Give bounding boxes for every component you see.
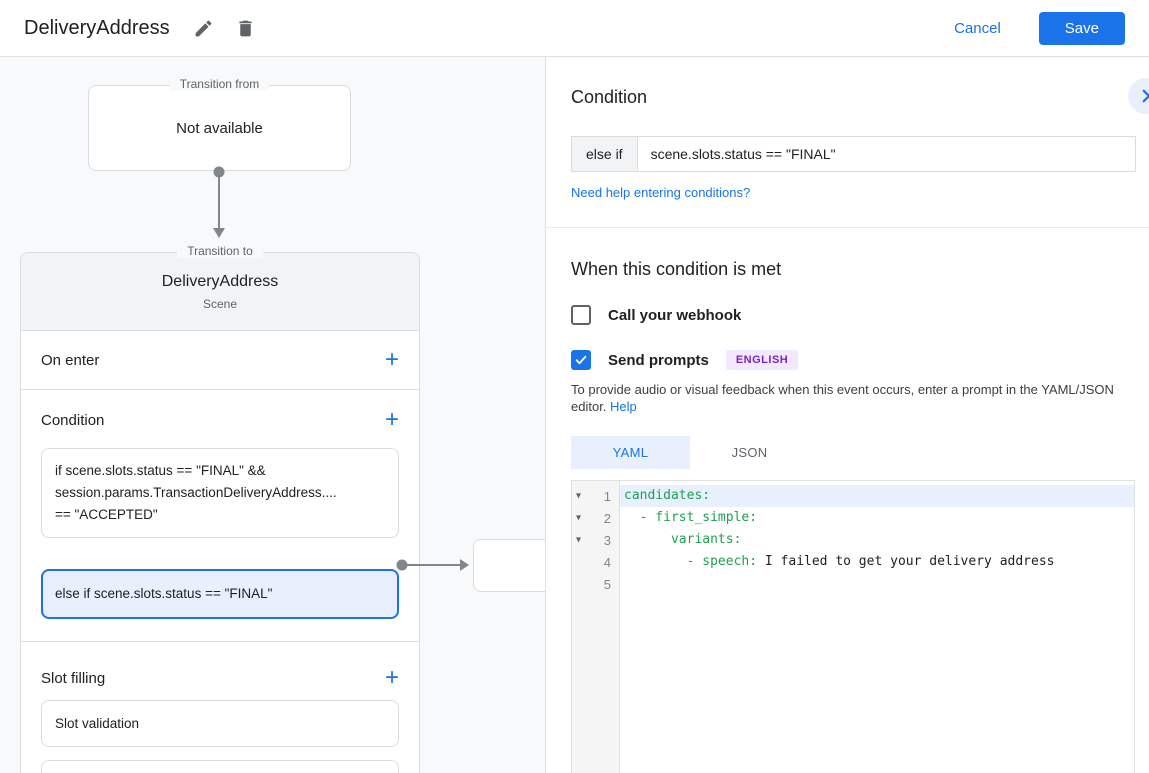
slot-item-validation[interactable]: Slot validation [41, 700, 399, 747]
section-divider [546, 227, 1149, 228]
line-number: 4 [603, 554, 611, 570]
transition-from-legend: Transition from [169, 77, 270, 91]
condition-item-else-if[interactable]: else if scene.slots.status == "FINAL" [41, 569, 399, 619]
condition-heading: Condition [571, 87, 648, 107]
code-line: - first_simple: [624, 510, 758, 525]
scene-card-header: DeliveryAddress Scene [21, 253, 419, 331]
language-badge: ENGLISH [725, 350, 799, 370]
transition-from-content: Not available [176, 119, 263, 137]
editor-format-tabs: YAML JSON [571, 436, 1136, 469]
chevron-right-icon [1137, 87, 1149, 105]
line-number: 3 [603, 532, 611, 548]
gutter-line: 5 [572, 573, 619, 595]
prompt-hint-text: To provide audio or visual feedback when… [571, 382, 1114, 414]
scene-title: DeliveryAddress [161, 273, 279, 290]
when-condition-met-heading: When this condition is met [571, 259, 782, 279]
slot-filling-label: Slot filling [41, 669, 106, 687]
code-line: - speech: I failed to get your delivery … [624, 554, 1055, 569]
send-prompts-label: Send prompts [608, 351, 709, 369]
cancel-button[interactable]: Cancel [954, 20, 1001, 37]
line-number: 1 [603, 488, 611, 504]
transition-to-legend: Transition to [177, 244, 263, 258]
on-enter-label: On enter [41, 351, 100, 369]
save-button[interactable]: Save [1038, 11, 1125, 45]
gutter-line: ▾ 1 [572, 485, 619, 507]
condition-item-if[interactable]: if scene.slots.status == "FINAL" && sess… [41, 448, 399, 538]
add-slot-button[interactable]: + [385, 666, 399, 690]
fold-icon[interactable]: ▾ [576, 535, 581, 546]
send-prompts-row: Send prompts ENGLISH [571, 350, 1136, 370]
condition-prefix-label: else if [572, 137, 638, 171]
condition-input-row: else if [571, 136, 1136, 172]
top-bar: DeliveryAddress Cancel Save [0, 0, 1149, 57]
fold-icon[interactable]: ▾ [576, 513, 581, 524]
code-line: variants: [624, 532, 742, 547]
editor-code-area[interactable]: candidates: - first_simple: variants: - … [620, 481, 1134, 773]
gutter-line: 4 [572, 551, 619, 573]
add-on-enter-button[interactable]: + [385, 348, 399, 372]
checkmark-icon [574, 353, 588, 367]
condition-section: Condition + if scene.slots.status == "FI… [21, 390, 419, 642]
collapse-panel-button[interactable] [1128, 78, 1149, 114]
add-condition-button[interactable]: + [385, 408, 399, 432]
slot-filling-section: Slot filling + Slot validation Transacti… [21, 642, 419, 773]
send-prompts-checkbox[interactable] [571, 350, 591, 370]
gutter-line: ▾ 3 [572, 529, 619, 551]
gutter-line: ▾ 2 [572, 507, 619, 529]
condition-expression-input[interactable] [637, 137, 1135, 171]
line-number: 5 [603, 576, 611, 592]
transition-from-box: Transition from Not available [88, 77, 351, 171]
on-enter-section: On enter + [21, 331, 419, 390]
flow-diagram-panel: Transition from Not available Transition… [0, 57, 546, 773]
editor-gutter: ▾ 1 ▾ 2 ▾ 3 4 5 [572, 481, 620, 773]
call-webhook-checkbox[interactable] [571, 305, 591, 325]
condition-help-link[interactable]: Need help entering conditions? [571, 185, 750, 200]
call-webhook-label: Call your webhook [608, 306, 742, 324]
scene-subtitle: Scene [202, 297, 238, 311]
help-link[interactable]: Help [610, 399, 637, 414]
delete-button[interactable] [234, 16, 258, 40]
pencil-icon [193, 18, 214, 39]
scene-editor: DeliveryAddress Cancel Save Transition f… [0, 0, 1149, 773]
trash-icon [235, 18, 256, 39]
scene-card: Transition to DeliveryAddress Scene On e… [20, 244, 420, 773]
webhook-row: Call your webhook [571, 305, 1136, 325]
edit-button[interactable] [192, 16, 216, 40]
page-title: DeliveryAddress [24, 16, 170, 39]
slot-item-transaction-delivery-address[interactable]: TransactionDeliveryAddress [41, 760, 399, 773]
line-number: 2 [603, 510, 611, 526]
tab-yaml[interactable]: YAML [571, 436, 690, 469]
tab-json[interactable]: JSON [690, 436, 809, 469]
yaml-code-editor[interactable]: ▾ 1 ▾ 2 ▾ 3 4 5 candidates: - first_simp… [571, 480, 1135, 773]
fold-icon[interactable]: ▾ [576, 491, 581, 502]
transition-target-box[interactable] [473, 539, 545, 592]
condition-detail-panel: Condition else if Need help entering con… [546, 57, 1149, 773]
condition-label: Condition [41, 411, 105, 429]
code-line: candidates: [620, 485, 1134, 507]
